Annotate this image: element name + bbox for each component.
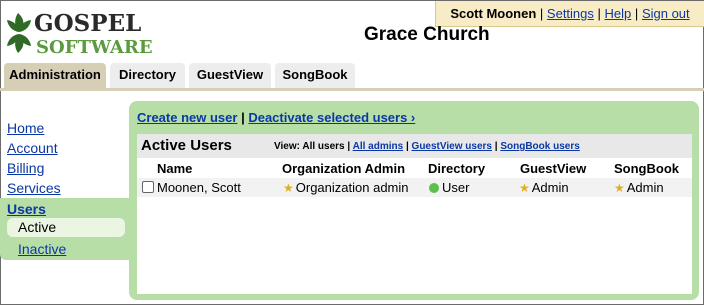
green-dot-icon — [429, 183, 439, 193]
separator: | — [539, 6, 544, 21]
view-all-users-label: View: All users | — [274, 141, 351, 152]
create-user-link[interactable]: Create new user — [137, 110, 237, 125]
sidebar-item-active[interactable]: Active — [18, 219, 56, 235]
svg-text:GOSPEL: GOSPEL — [34, 10, 141, 37]
user-actions: Create new user | Deactivate selected us… — [137, 110, 415, 125]
sidebar-item-home[interactable]: Home — [0, 118, 135, 138]
sidebar-item-account[interactable]: Account — [0, 138, 135, 158]
cell-name[interactable]: Moonen, Scott — [157, 180, 241, 195]
user-name: Scott Moonen — [450, 6, 537, 21]
sidebar-item-services[interactable]: Services — [0, 178, 135, 198]
cell-guestview-value: Admin — [531, 180, 569, 195]
column-header-songbook[interactable]: SongBook — [614, 161, 679, 176]
table-header-bar: Active Users View: All users | All admin… — [137, 134, 692, 158]
cell-directory-value: User — [442, 180, 470, 195]
cell-org-admin-value: Organization admin — [295, 180, 409, 195]
cell-songbook-value: Admin — [626, 180, 664, 195]
view-guestview-users-link[interactable]: GuestView users — [412, 141, 492, 152]
logo-graphic: GOSPEL SOFTWARE — [7, 10, 153, 58]
cell-directory: User — [429, 180, 469, 195]
column-header-guestview[interactable]: GuestView — [520, 161, 586, 176]
organization-title: Grace Church — [364, 24, 490, 45]
separator: | — [494, 141, 498, 152]
separator: | — [634, 6, 639, 21]
cell-guestview: ★ Admin — [519, 180, 569, 195]
star-icon: ★ — [283, 181, 294, 195]
help-link[interactable]: Help — [605, 6, 632, 21]
tab-underline — [0, 88, 704, 91]
view-songbook-users-link[interactable]: SongBook users — [500, 141, 579, 152]
tab-directory[interactable]: Directory — [110, 63, 185, 88]
separator: | — [241, 110, 245, 125]
sidebar: Home Account Billing Services Users Acti… — [0, 118, 135, 260]
column-header-directory[interactable]: Directory — [428, 161, 485, 176]
tab-songbook[interactable]: SongBook — [275, 63, 355, 88]
view-all-admins-link[interactable]: All admins — [353, 141, 404, 152]
separator: | — [597, 6, 601, 21]
cell-songbook: ★ Admin — [614, 180, 664, 195]
users-table: Active Users View: All users | All admin… — [137, 134, 692, 294]
tab-administration[interactable]: Administration — [4, 63, 106, 88]
sidebar-item-inactive[interactable]: Inactive — [18, 239, 66, 259]
tab-guestview[interactable]: GuestView — [189, 63, 271, 88]
column-header-name[interactable]: Name — [157, 161, 192, 176]
users-panel: Create new user | Deactivate selected us… — [129, 101, 699, 300]
column-header-org-admin[interactable]: Organization Admin — [282, 161, 405, 176]
sidebar-item-users[interactable]: Users — [7, 199, 46, 219]
separator: | — [405, 141, 409, 152]
view-filters: View: All users | All admins | GuestView… — [274, 141, 580, 152]
settings-link[interactable]: Settings — [547, 6, 594, 21]
cell-org-admin: ★ Organization admin — [283, 180, 409, 195]
svg-text:SOFTWARE: SOFTWARE — [36, 37, 153, 58]
table-row: Moonen, Scott ★ Organization admin User ★… — [137, 178, 692, 197]
gospel-software-logo[interactable]: GOSPEL SOFTWARE — [4, 8, 164, 58]
sign-out-link[interactable]: Sign out — [642, 6, 690, 21]
table-title: Active Users — [141, 137, 232, 154]
deactivate-users-link[interactable]: Deactivate selected users › — [248, 110, 415, 125]
sidebar-item-billing[interactable]: Billing — [0, 158, 135, 178]
row-select-checkbox[interactable] — [142, 181, 154, 193]
star-icon: ★ — [519, 181, 530, 195]
star-icon: ★ — [614, 181, 625, 195]
